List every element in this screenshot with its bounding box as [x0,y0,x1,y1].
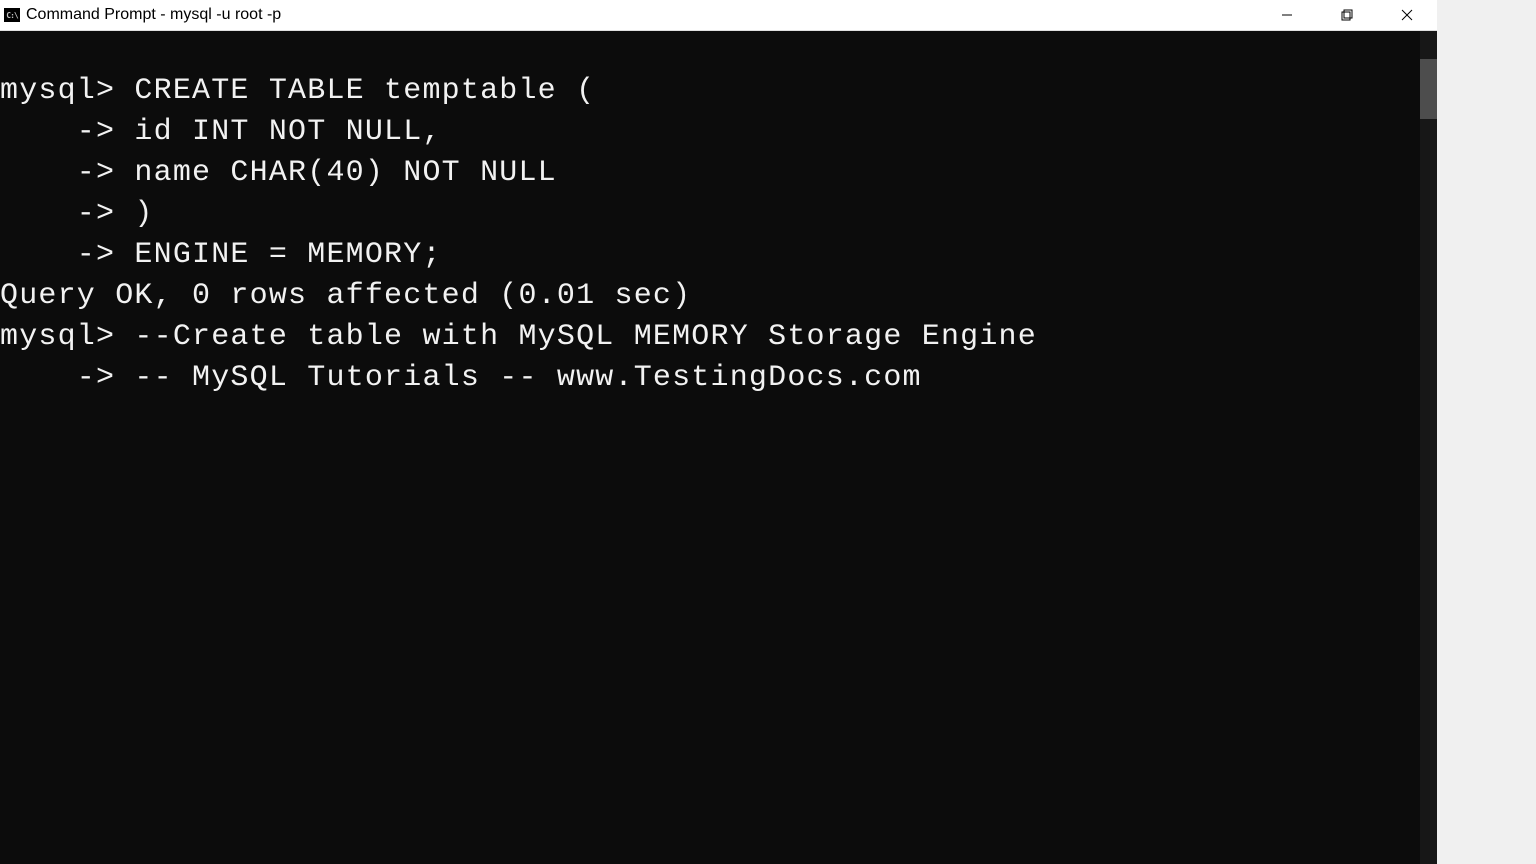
titlebar[interactable]: C:\ Command Prompt - mysql -u root -p [0,0,1437,31]
terminal-line: -> ENGINE = MEMORY; [0,235,1420,276]
terminal-line: -> name CHAR(40) NOT NULL [0,153,1420,194]
window-controls [1257,0,1437,30]
terminal-line: -> -- MySQL Tutorials -- www.TestingDocs… [0,358,1420,399]
terminal-line: mysql> --Create table with MySQL MEMORY … [0,317,1420,358]
terminal-line: mysql> CREATE TABLE temptable ( [0,71,1420,112]
terminal-content[interactable]: mysql> CREATE TABLE temptable ( -> id IN… [0,31,1420,864]
command-prompt-window: C:\ Command Prompt - mysql -u root -p m [0,0,1437,864]
cmd-icon: C:\ [4,8,20,22]
titlebar-left: C:\ Command Prompt - mysql -u root -p [0,6,281,24]
vertical-scrollbar[interactable] [1420,31,1437,864]
close-icon [1401,9,1413,21]
terminal-area[interactable]: mysql> CREATE TABLE temptable ( -> id IN… [0,31,1437,864]
minimize-icon [1281,9,1293,21]
minimize-button[interactable] [1257,0,1317,31]
maximize-button[interactable] [1317,0,1377,31]
scrollbar-thumb[interactable] [1420,59,1437,119]
terminal-line: Query OK, 0 rows affected (0.01 sec) [0,276,1420,317]
maximize-icon [1341,9,1353,21]
close-button[interactable] [1377,0,1437,31]
window-title: Command Prompt - mysql -u root -p [26,6,281,24]
terminal-line: -> ) [0,194,1420,235]
terminal-line: -> id INT NOT NULL, [0,112,1420,153]
